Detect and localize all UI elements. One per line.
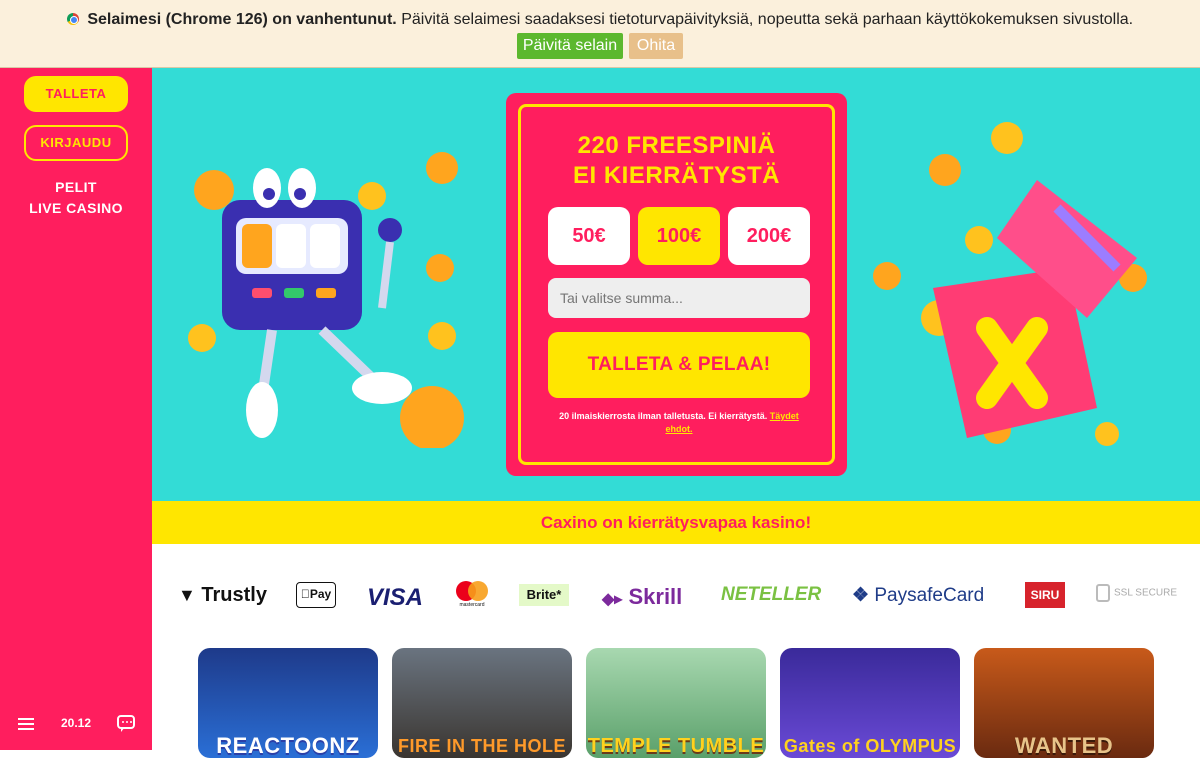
amount-option-100[interactable]: 100€ — [638, 207, 720, 265]
coin — [358, 182, 386, 210]
game-tile-fire-in-the-hole[interactable]: FIRE IN THE HOLE — [392, 648, 572, 758]
mastercard-logo: mastercard — [454, 581, 490, 609]
chat-icon[interactable] — [117, 715, 135, 732]
game-tile-gates-of-olympus[interactable]: Gates of OLYMPUS — [780, 648, 960, 758]
browser-update-banner: Selaimesi (Chrome 126) on vanhentunut. P… — [0, 0, 1200, 68]
eye — [253, 168, 281, 208]
coin — [991, 122, 1023, 154]
sidebar-item-live-casino[interactable]: LIVE CASINO — [0, 200, 152, 216]
game-grid: REACTOONZ FIRE IN THE HOLE TEMPLE TUMBLE… — [152, 644, 1200, 758]
offer-card-inner: 220 FREESPINIÄ EI KIERRÄTYSTÄ 50€ 100€ 2… — [518, 104, 835, 465]
offer-title-line2: EI KIERRÄTYSTÄ — [572, 162, 780, 189]
pupil — [294, 188, 306, 200]
brite-logo: Brite* — [519, 584, 569, 606]
game-tile-temple-tumble[interactable]: TEMPLE TUMBLE — [586, 648, 766, 758]
slot-button — [252, 288, 272, 298]
game-title: REACTOONZ — [216, 733, 360, 758]
clock: 20.12 — [60, 716, 92, 730]
deposit-and-play-button[interactable]: TALLETA & PELAA! — [548, 332, 810, 398]
game-tile-reactoonz[interactable]: REACTOONZ — [198, 648, 378, 758]
coin — [426, 152, 458, 184]
game-tile-wanted[interactable]: WANTED — [974, 648, 1154, 758]
coin — [400, 386, 464, 448]
skrill-logo: ◆▸ Skrill — [602, 584, 683, 609]
game-title: TEMPLE TUMBLE — [587, 735, 765, 757]
coin — [428, 322, 456, 350]
shoe — [246, 382, 278, 438]
tagline: Caxino on kierrätysvapaa kasino! — [152, 501, 1200, 544]
update-browser-button[interactable]: Päivitä selain — [517, 33, 623, 59]
apple-pay-logo: Pay — [296, 582, 336, 608]
coin — [965, 226, 993, 254]
sidebar: TALLETA KIRJAUDU PELIT LIVE CASINO 20.12 — [0, 68, 152, 750]
slot-reel — [310, 224, 340, 268]
visa-logo: VISA — [367, 584, 424, 611]
siru-logo: SIRU — [1025, 582, 1065, 608]
offer-title-line1: 220 FREESPINIÄ — [577, 132, 776, 159]
slot-reel — [242, 224, 272, 268]
sidebar-footer: 20.12 — [0, 713, 152, 737]
trustly-logo: ▼ Trustly — [178, 584, 267, 606]
coin — [1095, 422, 1119, 446]
banner-bold-text: Selaimesi (Chrome 126) on vanhentunut. — [87, 11, 397, 28]
coin — [426, 254, 454, 282]
coin — [188, 324, 216, 352]
slot-button — [284, 288, 304, 298]
slot-machine-mascot-illustration — [188, 152, 464, 448]
amount-option-200[interactable]: 200€ — [728, 207, 810, 265]
offer-card: 220 FREESPINIÄ EI KIERRÄTYSTÄ 50€ 100€ 2… — [506, 93, 847, 476]
game-title: WANTED — [1014, 733, 1114, 758]
game-title: FIRE IN THE HOLE — [397, 736, 566, 756]
lever-knob — [378, 218, 402, 242]
shoe — [352, 372, 412, 404]
coin — [873, 262, 901, 290]
leg — [318, 326, 376, 382]
payment-methods: ▼ Trustly Pay VISA mastercard Brite* ◆▸… — [152, 544, 1200, 644]
neteller-logo: NETELLER — [721, 584, 822, 605]
banner-message: Selaimesi (Chrome 126) on vanhentunut. P… — [0, 10, 1200, 30]
coin — [929, 154, 961, 186]
deposit-button[interactable]: TALLETA — [24, 76, 128, 112]
gift-box-illustration — [873, 122, 1147, 446]
custom-amount-input[interactable] — [548, 278, 810, 318]
chrome-icon — [66, 13, 79, 25]
banner-text: Päivitä selaimesi saadaksesi tietoturvap… — [401, 11, 1134, 28]
coin — [194, 170, 234, 210]
sidebar-item-games[interactable]: PELIT — [0, 179, 152, 195]
menu-icon[interactable] — [18, 718, 34, 730]
hero-banner: 220 FREESPINIÄ EI KIERRÄTYSTÄ 50€ 100€ 2… — [152, 68, 1200, 501]
offer-title: 220 FREESPINIÄ EI KIERRÄTYSTÄ — [521, 131, 832, 191]
ssl-secure-badge: SSL SECURE — [1096, 584, 1177, 602]
game-title: Gates of OLYMPUS — [783, 736, 957, 756]
lever — [378, 241, 394, 309]
skip-button[interactable]: Ohita — [629, 33, 683, 59]
eye — [288, 168, 316, 208]
slot-reel — [276, 224, 306, 268]
login-button[interactable]: KIRJAUDU — [24, 125, 128, 161]
offer-terms: 20 ilmaiskierrosta ilman talletusta. Ei … — [551, 410, 807, 436]
slot-button — [316, 288, 336, 298]
terms-text: 20 ilmaiskierrosta ilman talletusta. Ei … — [559, 411, 768, 421]
pupil — [263, 188, 275, 200]
amount-option-50[interactable]: 50€ — [548, 207, 630, 265]
paysafecard-logo: ❖ PaysafeCard — [852, 585, 985, 606]
